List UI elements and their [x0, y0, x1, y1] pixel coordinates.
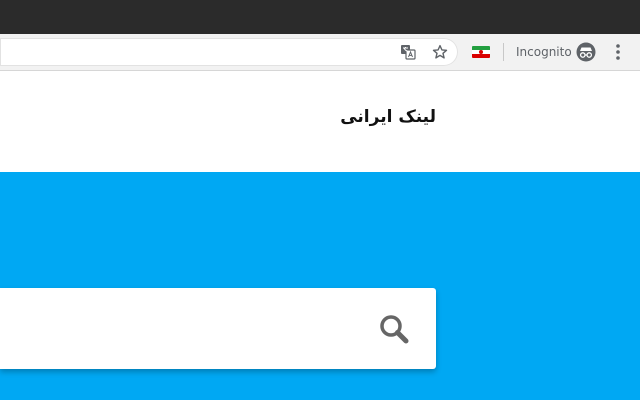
hero-section	[0, 172, 640, 400]
site-title-link[interactable]: لینک ایرانی	[340, 107, 436, 127]
site-header: لینک ایرانی	[0, 71, 640, 172]
search-input[interactable]	[0, 288, 360, 369]
search-icon[interactable]	[378, 313, 410, 345]
kebab-menu-icon[interactable]	[612, 42, 624, 62]
incognito-label: Incognito	[516, 45, 572, 59]
incognito-icon[interactable]	[576, 42, 596, 62]
toolbar-divider	[503, 43, 504, 61]
iran-flag-icon[interactable]	[472, 46, 490, 58]
browser-title-bar	[0, 0, 640, 34]
address-bar[interactable]	[0, 38, 458, 66]
search-box[interactable]	[0, 288, 436, 369]
browser-toolbar: Incognito	[0, 34, 640, 71]
bookmark-star-icon[interactable]	[432, 44, 448, 60]
translate-icon[interactable]	[400, 44, 416, 60]
